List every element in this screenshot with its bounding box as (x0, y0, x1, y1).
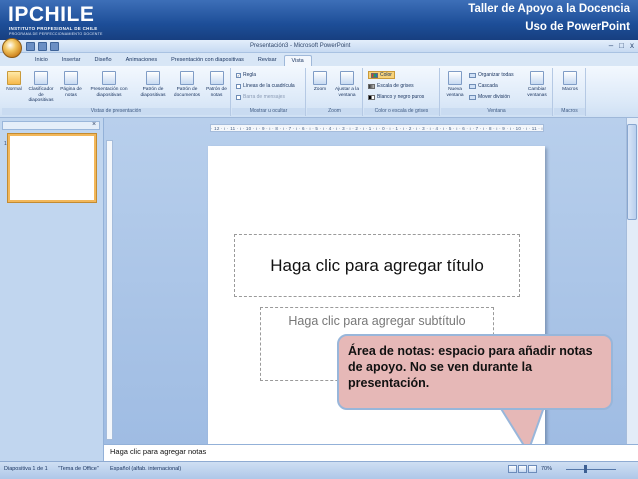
normal-view-icon[interactable] (508, 465, 517, 473)
notes-placeholder[interactable]: Haga clic para agregar notas (110, 447, 206, 456)
slideshow-icon[interactable] (528, 465, 537, 473)
slide-sorter-icon[interactable] (518, 465, 527, 473)
zoom-slider[interactable] (566, 469, 616, 470)
status-slide: Diapositiva 1 de 1 (4, 466, 48, 472)
zoom-slider-handle[interactable] (584, 465, 587, 473)
status-theme: "Tema de Office" (58, 466, 99, 472)
status-language[interactable]: Español (alfab. internacional) (110, 466, 181, 472)
notes-callout: Área de notas: espacio para añadir notas… (337, 334, 613, 410)
zoom-level[interactable]: 70% (541, 466, 552, 472)
